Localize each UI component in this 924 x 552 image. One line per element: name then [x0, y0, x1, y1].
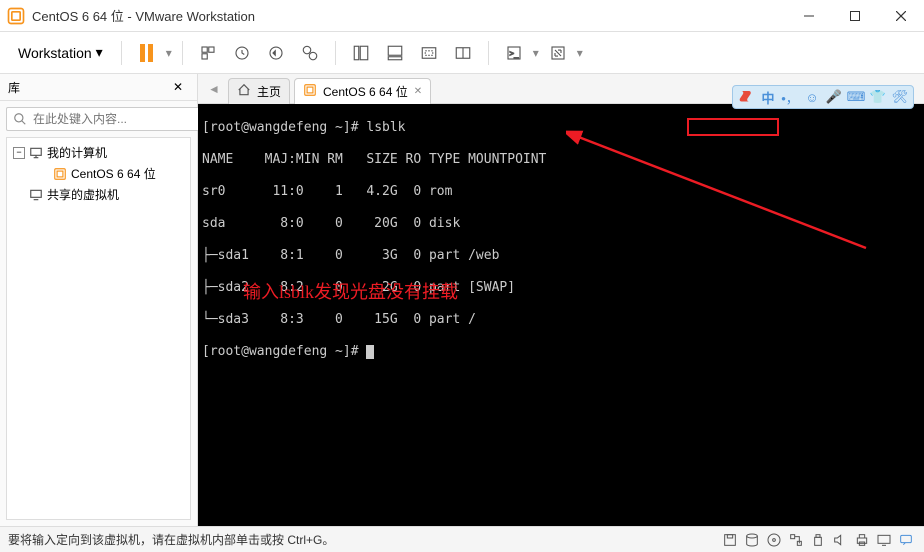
pause-icon — [140, 44, 153, 62]
ime-toolbox-icon[interactable]: 🛠 — [891, 88, 909, 106]
sogou-logo-icon — [737, 88, 755, 106]
annotation-arrow — [566, 128, 876, 258]
message-icon[interactable] — [896, 530, 916, 550]
library-panel: 库 ✕ ▾ − 我的计算机 CentOS 6 64 位 共享的虚拟机 — [0, 74, 198, 526]
window-title: CentOS 6 64 位 - VMware Workstation — [32, 6, 786, 25]
collapse-icon[interactable]: − — [13, 147, 25, 159]
tab-nav-prev[interactable]: ◄ — [204, 79, 224, 99]
ime-lang-toggle[interactable]: 中 — [759, 88, 777, 106]
lsblk-row: └─sda3 8:3 0 15G 0 part / — [202, 312, 920, 328]
snapshot-manager-button[interactable] — [295, 38, 325, 68]
vm-icon — [53, 167, 67, 181]
ime-skin-icon[interactable]: 👕 — [869, 88, 887, 106]
vm-icon — [303, 83, 317, 100]
status-message: 要将输入定向到该虚拟机，请在虚拟机内部单击或按 Ctrl+G。 — [8, 531, 720, 548]
library-search-input[interactable] — [6, 107, 211, 131]
disk-icon[interactable] — [742, 530, 762, 550]
ime-toolbar[interactable]: 中 •， ☺ 🎤 ⌨ 👕 🛠 — [732, 85, 914, 109]
library-title: 库 — [8, 79, 167, 96]
show-library-button[interactable] — [346, 38, 376, 68]
library-close-button[interactable]: ✕ — [167, 78, 189, 96]
tab-close-button[interactable]: ✕ — [414, 86, 422, 97]
annotation-text: 输入lsblk发现光盘没有挂载 — [243, 284, 458, 300]
close-button[interactable] — [878, 0, 924, 32]
vmware-icon — [6, 6, 26, 26]
content-area: ◄ 主页 CentOS 6 64 位 ✕ [root@wangdefeng ~]… — [198, 74, 924, 526]
floppy-icon[interactable] — [720, 530, 740, 550]
ime-voice-icon[interactable]: 🎤 — [825, 88, 843, 106]
thumbnail-button[interactable] — [380, 38, 410, 68]
network-icon[interactable] — [786, 530, 806, 550]
send-ctrl-alt-del-button[interactable] — [193, 38, 223, 68]
ime-punct-icon[interactable]: •， — [781, 88, 799, 106]
pause-button[interactable] — [132, 38, 162, 68]
sound-icon[interactable] — [830, 530, 850, 550]
printer-icon[interactable] — [852, 530, 872, 550]
revert-snapshot-button[interactable] — [261, 38, 291, 68]
chevron-down-icon[interactable]: ▾ — [577, 46, 583, 60]
chevron-down-icon: ▾ — [96, 44, 103, 61]
home-icon — [237, 83, 251, 100]
ime-keyboard-icon[interactable]: ⌨ — [847, 88, 865, 106]
cdrom-icon[interactable] — [764, 530, 784, 550]
chevron-down-icon[interactable]: ▾ — [533, 46, 539, 60]
tab-centos[interactable]: CentOS 6 64 位 ✕ — [294, 78, 431, 104]
computer-icon — [29, 146, 43, 160]
ime-emoji-icon[interactable]: ☺ — [803, 88, 821, 106]
cursor — [366, 345, 374, 359]
tree-item-shared-vms[interactable]: 共享的虚拟机 — [11, 184, 186, 205]
tab-home[interactable]: 主页 — [228, 78, 290, 104]
full-screen-button[interactable] — [448, 38, 478, 68]
status-bar: 要将输入定向到该虚拟机，请在虚拟机内部单击或按 Ctrl+G。 — [0, 526, 924, 552]
usb-icon[interactable] — [808, 530, 828, 550]
shared-icon — [29, 188, 43, 202]
maximize-button[interactable] — [832, 0, 878, 32]
stretch-button[interactable] — [543, 38, 573, 68]
minimize-button[interactable] — [786, 0, 832, 32]
vm-console[interactable]: [root@wangdefeng ~]# lsblk NAME MAJ:MIN … — [198, 104, 924, 526]
display-icon[interactable] — [874, 530, 894, 550]
unity-button[interactable]: >_ — [499, 38, 529, 68]
svg-text:>_: >_ — [509, 49, 519, 58]
library-tree: − 我的计算机 CentOS 6 64 位 共享的虚拟机 — [6, 137, 191, 520]
tree-item-my-computer[interactable]: − 我的计算机 — [11, 142, 186, 163]
main-toolbar: Workstation ▾ ▾ >_ ▾ ▾ — [0, 32, 924, 74]
snapshot-button[interactable] — [227, 38, 257, 68]
tree-item-vm-centos[interactable]: CentOS 6 64 位 — [11, 163, 186, 184]
workstation-menu[interactable]: Workstation ▾ — [10, 40, 111, 65]
multi-monitor-button[interactable] — [414, 38, 444, 68]
window-titlebar: CentOS 6 64 位 - VMware Workstation — [0, 0, 924, 32]
chevron-down-icon[interactable]: ▾ — [166, 46, 172, 60]
